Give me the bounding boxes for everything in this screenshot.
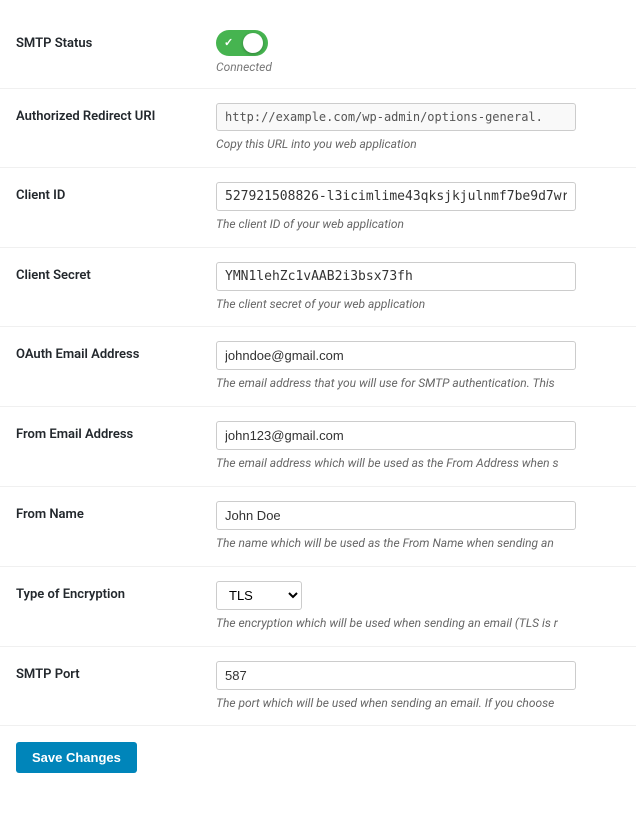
smtp-port-hint: The port which will be used when sending… (216, 695, 620, 712)
toggle-track: ✓ (216, 30, 268, 56)
save-button-wrapper: Save Changes (0, 726, 636, 789)
smtp-port-input[interactable] (216, 661, 576, 690)
client-id-label: Client ID (16, 182, 216, 203)
save-changes-button[interactable]: Save Changes (16, 742, 137, 773)
client-secret-label: Client Secret (16, 262, 216, 283)
client-secret-row: Client Secret The client secret of your … (0, 248, 636, 328)
smtp-port-label: SMTP Port (16, 661, 216, 682)
from-email-input[interactable] (216, 421, 576, 450)
connected-status: Connected (216, 60, 272, 74)
toggle-check-icon: ✓ (224, 36, 233, 49)
redirect-uri-label: Authorized Redirect URI (16, 103, 216, 124)
smtp-port-value: The port which will be used when sending… (216, 661, 620, 712)
smtp-port-row: SMTP Port The port which will be used wh… (0, 647, 636, 727)
encryption-select[interactable]: None SSL TLS (216, 581, 302, 610)
encryption-label: Type of Encryption (16, 581, 216, 602)
from-email-value: The email address which will be used as … (216, 421, 620, 472)
oauth-email-row: OAuth Email Address The email address th… (0, 327, 636, 407)
oauth-email-hint: The email address that you will use for … (216, 375, 620, 392)
encryption-hint: The encryption which will be used when s… (216, 615, 620, 632)
toggle-thumb (243, 33, 263, 53)
client-id-value: The client ID of your web application (216, 182, 620, 233)
from-email-label: From Email Address (16, 421, 216, 442)
client-id-hint: The client ID of your web application (216, 216, 620, 233)
client-secret-hint: The client secret of your web applicatio… (216, 296, 620, 313)
toggle-wrapper: ✓ Connected (216, 30, 620, 74)
from-name-label: From Name (16, 501, 216, 522)
from-name-input[interactable] (216, 501, 576, 530)
smtp-status-toggle[interactable]: ✓ (216, 30, 268, 56)
from-email-row: From Email Address The email address whi… (0, 407, 636, 487)
smtp-settings-form: SMTP Status ✓ Connected Authorized Redir… (0, 16, 636, 789)
redirect-uri-hint: Copy this URL into you web application (216, 136, 620, 153)
from-email-hint: The email address which will be used as … (216, 455, 620, 472)
redirect-uri-value: Copy this URL into you web application (216, 103, 620, 153)
client-secret-input[interactable] (216, 262, 576, 291)
from-name-row: From Name The name which will be used as… (0, 487, 636, 567)
from-name-value: The name which will be used as the From … (216, 501, 620, 552)
encryption-row: Type of Encryption None SSL TLS The encr… (0, 567, 636, 647)
oauth-email-label: OAuth Email Address (16, 341, 216, 362)
oauth-email-input[interactable] (216, 341, 576, 370)
smtp-status-row: SMTP Status ✓ Connected (0, 16, 636, 89)
smtp-status-value: ✓ Connected (216, 30, 620, 74)
client-id-row: Client ID The client ID of your web appl… (0, 168, 636, 248)
client-id-input[interactable] (216, 182, 576, 211)
oauth-email-value: The email address that you will use for … (216, 341, 620, 392)
smtp-status-label: SMTP Status (16, 30, 216, 51)
redirect-uri-input[interactable] (216, 103, 576, 131)
encryption-value: None SSL TLS The encryption which will b… (216, 581, 620, 632)
redirect-uri-row: Authorized Redirect URI Copy this URL in… (0, 89, 636, 168)
from-name-hint: The name which will be used as the From … (216, 535, 620, 552)
client-secret-value: The client secret of your web applicatio… (216, 262, 620, 313)
